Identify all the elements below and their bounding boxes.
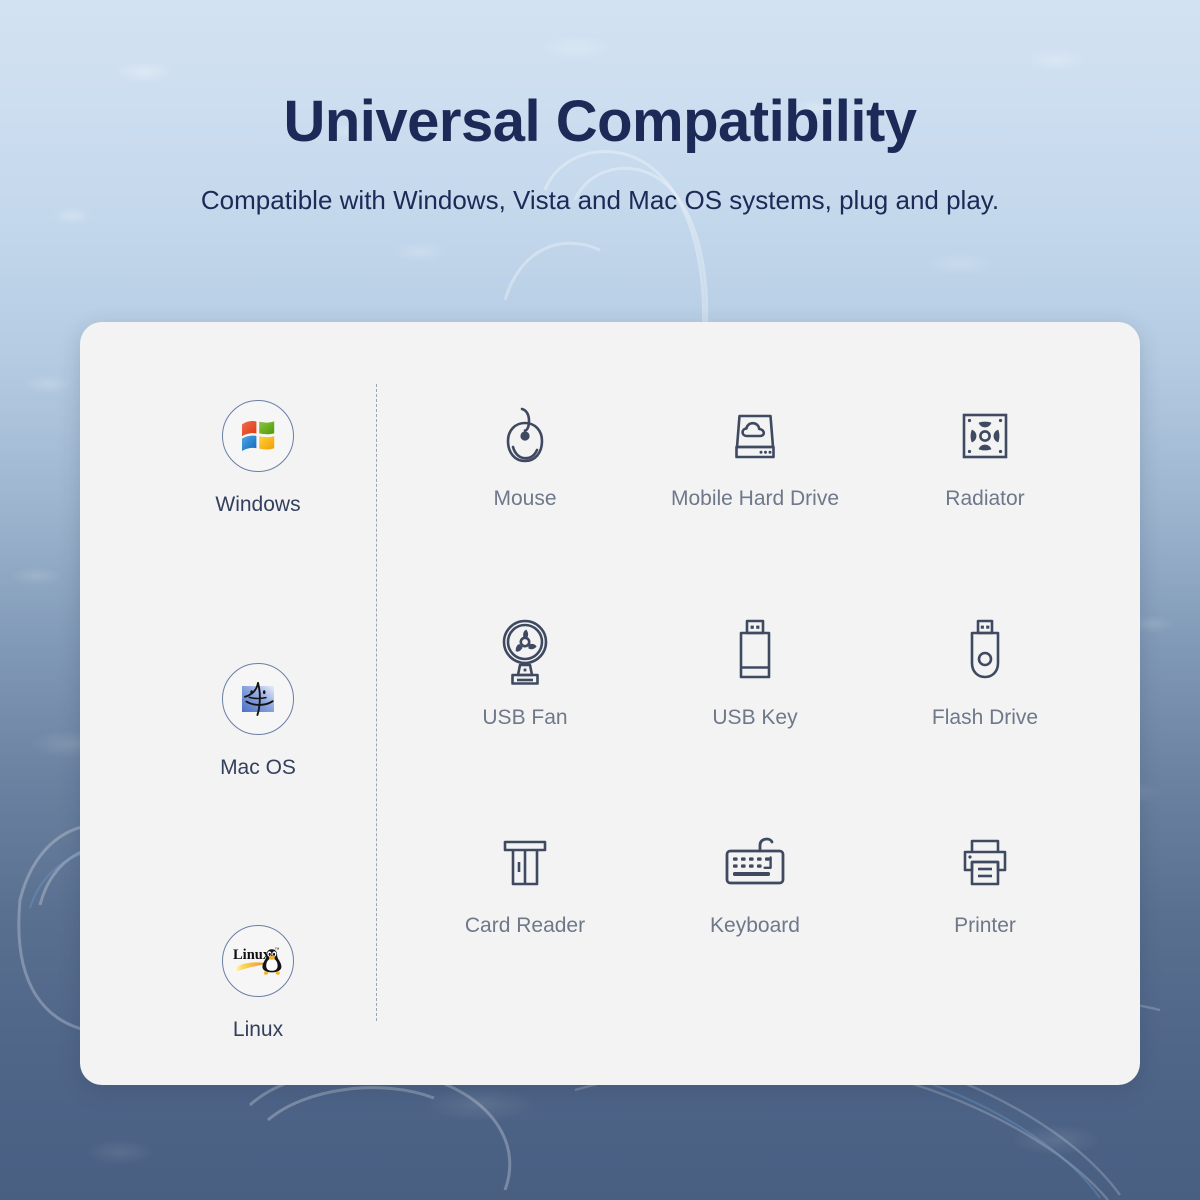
device-label: Printer [954, 913, 1016, 937]
device-grid: Mouse Mobile Hard Drive Radiator USB Fan… [410, 400, 1100, 1040]
os-badge-mac-os [222, 662, 294, 735]
mobile-hard-drive-icon [735, 414, 775, 459]
header: Universal Compatibility Compatible with … [0, 0, 1200, 215]
device-item-keyboard[interactable]: Keyboard [640, 827, 870, 1040]
keyboard-icon [725, 837, 785, 885]
device-label: Radiator [945, 487, 1025, 510]
device-label: Mobile Hard Drive [670, 487, 840, 510]
flash-drive-icon [970, 620, 1000, 679]
device-label: Card Reader [464, 913, 586, 937]
device-item-usb-key[interactable]: USB Key [640, 613, 870, 826]
device-icon-wrap [493, 613, 557, 691]
device-icon-wrap [494, 827, 556, 899]
page-title: Universal Compatibility [283, 89, 917, 154]
device-item-card-reader[interactable]: Card Reader [410, 827, 640, 1040]
linux-tux-icon: Linux ™ [233, 947, 282, 975]
os-badge-windows [222, 400, 294, 472]
usb-fan-icon [502, 620, 548, 686]
device-icon-wrap [959, 613, 1011, 691]
usb-key-icon [739, 620, 771, 679]
device-item-mobile-hard-drive[interactable]: Mobile Hard Drive [640, 400, 870, 613]
device-label: Flash Drive [931, 706, 1039, 730]
os-list: Windows Mac OS Linux ™ Linux [140, 400, 376, 1040]
mac-finder-face-icon [242, 681, 274, 716]
os-item-linux[interactable]: Linux ™ Linux [140, 925, 376, 1040]
device-icon-wrap [723, 400, 787, 472]
device-item-usb-fan[interactable]: USB Fan [410, 613, 640, 826]
os-item-windows[interactable]: Windows [140, 400, 376, 515]
compatibility-card: Windows Mac OS Linux ™ Linux Mouse Mobil… [80, 322, 1140, 1085]
card-reader-icon [503, 840, 547, 885]
device-label: Mouse [493, 487, 557, 510]
page-subtitle: Compatible with Windows, Vista and Mac O… [200, 185, 1000, 215]
device-icon-wrap [720, 827, 790, 899]
device-item-mouse[interactable]: Mouse [410, 400, 640, 613]
device-item-flash-drive[interactable]: Flash Drive [870, 613, 1100, 826]
os-label: Linux [232, 1018, 284, 1041]
device-icon-wrap [954, 400, 1016, 472]
os-badge-linux: Linux ™ [222, 925, 294, 997]
os-label: Mac OS [220, 755, 296, 779]
device-icon-wrap [729, 613, 781, 691]
device-icon-wrap [954, 827, 1016, 899]
os-label: Windows [215, 493, 301, 516]
printer-icon [963, 839, 1007, 885]
device-item-printer[interactable]: Printer [870, 827, 1100, 1040]
device-item-radiator[interactable]: Radiator [870, 400, 1100, 613]
device-label: USB Key [712, 706, 798, 730]
vertical-dashed-divider [376, 384, 377, 1021]
device-icon-wrap [496, 400, 554, 472]
windows-logo-icon [242, 421, 275, 451]
os-item-mac-os[interactable]: Mac OS [140, 662, 376, 779]
radiator-fan-icon [962, 413, 1008, 459]
device-label: Keyboard [710, 913, 800, 937]
mouse-icon [506, 407, 544, 463]
device-label: USB Fan [482, 706, 568, 730]
